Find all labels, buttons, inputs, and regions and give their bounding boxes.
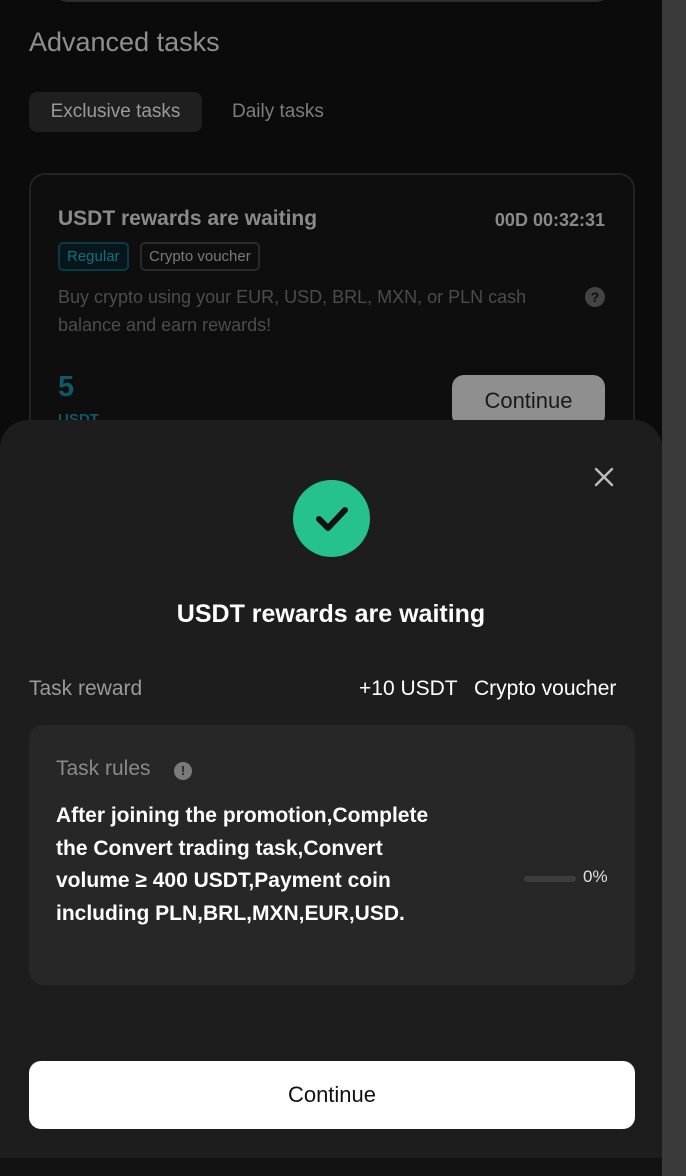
task-card-title: USDT rewards are waiting bbox=[58, 207, 318, 230]
task-reward-label: Task reward bbox=[29, 677, 143, 700]
app-screen: Advanced tasks Exclusive tasks Daily tas… bbox=[0, 0, 662, 1176]
sheet-title: USDT rewards are waiting bbox=[176, 600, 486, 628]
section-title: Advanced tasks bbox=[29, 27, 220, 57]
previous-card-edge bbox=[52, 0, 612, 2]
close-icon[interactable] bbox=[593, 466, 615, 488]
bottom-bar bbox=[0, 1158, 662, 1176]
task-progress-percent: 0% bbox=[583, 867, 608, 886]
task-rules-text: After joining the promotion,Complete the… bbox=[56, 804, 429, 925]
task-reward-type: Crypto voucher bbox=[474, 677, 617, 700]
task-reward-value: +10 USDT bbox=[359, 677, 458, 700]
check-circle-icon bbox=[293, 480, 370, 557]
tab-exclusive-tasks[interactable]: Exclusive tasks bbox=[29, 92, 202, 132]
task-reward-amount: 5 bbox=[58, 371, 75, 403]
tab-daily-tasks[interactable]: Daily tasks bbox=[232, 92, 324, 132]
tag-regular: Regular bbox=[58, 242, 129, 271]
task-detail-sheet: USDT rewards are waiting Task reward +10… bbox=[0, 420, 662, 1176]
task-countdown-timer: 00D 00:32:31 bbox=[494, 210, 605, 230]
continue-button[interactable]: Continue bbox=[29, 1061, 635, 1129]
task-progress-bar bbox=[524, 876, 576, 882]
tag-crypto-voucher: Crypto voucher bbox=[140, 242, 260, 271]
right-edge-strip bbox=[662, 0, 686, 1176]
task-rules-box: Task rules ! After joining the promotion… bbox=[29, 725, 635, 985]
task-rules-label: Task rules bbox=[56, 757, 151, 780]
info-circle-icon[interactable]: ! bbox=[174, 762, 192, 780]
question-circle-icon[interactable]: ? bbox=[585, 287, 605, 307]
task-card-description: Buy crypto using your EUR, USD, BRL, MXN… bbox=[58, 287, 527, 335]
